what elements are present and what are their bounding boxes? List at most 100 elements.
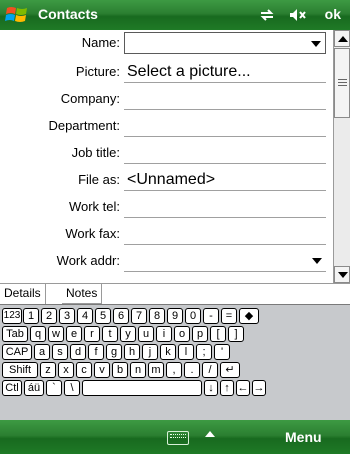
tab-details[interactable]: Details [0,284,46,304]
row-work-tel: Work tel: [0,196,333,219]
key-9[interactable]: 9 [167,308,183,324]
ok-button[interactable]: ok [325,6,341,22]
key-g[interactable]: g [106,344,122,360]
tab-strip: Details Notes [0,283,350,305]
key-d[interactable]: d [70,344,86,360]
key-right[interactable]: → [252,380,266,396]
work-tel-field[interactable] [124,196,326,218]
windows-logo-icon[interactable] [5,3,29,27]
app-title: Contacts [38,6,98,22]
key-1[interactable]: 1 [23,308,39,324]
key-j[interactable]: j [142,344,158,360]
key-close-bracket[interactable]: ] [228,326,244,342]
name-dropdown-icon[interactable] [311,41,321,47]
row-name: Name: [0,32,333,55]
key-t[interactable]: t [102,326,118,342]
work-addr-dropdown-icon[interactable] [312,258,322,264]
key-i[interactable]: i [156,326,172,342]
key-o[interactable]: o [174,326,190,342]
key-a[interactable]: a [34,344,50,360]
key-enter[interactable]: ↵ [220,362,240,378]
key-up[interactable]: ↑ [220,380,234,396]
name-label: Name: [81,35,120,50]
key-ctl[interactable]: Ctl [2,380,22,396]
key-f[interactable]: f [88,344,104,360]
connectivity-icon[interactable] [258,6,276,24]
keyboard-icon[interactable] [167,431,189,445]
key-x[interactable]: x [58,362,74,378]
work-addr-label: Work addr: [56,253,120,268]
key-q[interactable]: q [30,326,46,342]
job-title-label: Job title: [71,145,120,160]
work-addr-field[interactable] [124,250,326,272]
picture-field[interactable]: Select a picture... [124,61,326,83]
key-3[interactable]: 3 [59,308,75,324]
key-w[interactable]: w [48,326,64,342]
key-shift[interactable]: Shift [2,362,38,378]
key-8[interactable]: 8 [149,308,165,324]
key-7[interactable]: 7 [131,308,147,324]
volume-muted-icon[interactable] [289,6,307,24]
department-field[interactable] [124,115,326,137]
work-fax-field[interactable] [124,223,326,245]
file-as-label: File as: [78,172,120,187]
key-backslash[interactable]: \ [64,380,80,396]
key-quote[interactable]: ' [214,344,230,360]
file-as-field[interactable]: <Unnamed> [124,169,326,191]
key-open-bracket[interactable]: [ [210,326,226,342]
menu-button[interactable]: Menu [285,429,322,445]
row-department: Department: [0,115,333,138]
key-slash[interactable]: / [202,362,218,378]
key-tab[interactable]: Tab [2,326,28,342]
key-equals[interactable]: = [221,308,237,324]
key-b[interactable]: b [112,362,128,378]
key-left[interactable]: ← [236,380,250,396]
job-title-field[interactable] [124,142,326,164]
key-123[interactable]: 123 [2,308,22,324]
key-h[interactable]: h [124,344,140,360]
key-r[interactable]: r [84,326,100,342]
key-backspace[interactable]: ◆ [239,308,259,324]
key-v[interactable]: v [94,362,110,378]
key-5[interactable]: 5 [95,308,111,324]
scroll-up-button[interactable] [334,30,350,47]
row-work-fax: Work fax: [0,223,333,246]
key-4[interactable]: 4 [77,308,93,324]
department-label: Department: [48,118,120,133]
row-work-addr: Work addr: [0,250,333,273]
sip-up-arrow-icon[interactable] [205,431,215,437]
key-minus[interactable]: - [203,308,219,324]
key-z[interactable]: z [40,362,56,378]
key-caps[interactable]: CAP [2,344,32,360]
work-tel-label: Work tel: [68,199,120,214]
key-period[interactable]: . [184,362,200,378]
key-accents[interactable]: áü [24,380,44,396]
key-semicolon[interactable]: ; [196,344,212,360]
key-n[interactable]: n [130,362,146,378]
row-picture: Picture: Select a picture... [0,61,333,84]
key-e[interactable]: e [66,326,82,342]
row-file-as: File as: <Unnamed> [0,169,333,192]
scroll-thumb[interactable] [334,48,350,118]
company-field[interactable] [124,88,326,110]
key-u[interactable]: u [138,326,154,342]
scroll-down-button[interactable] [334,266,350,283]
key-p[interactable]: p [192,326,208,342]
key-0[interactable]: 0 [185,308,201,324]
key-k[interactable]: k [160,344,176,360]
key-y[interactable]: y [120,326,136,342]
vertical-scrollbar[interactable] [333,30,350,283]
key-m[interactable]: m [148,362,164,378]
key-s[interactable]: s [52,344,68,360]
key-l[interactable]: l [178,344,194,360]
picture-label: Picture: [75,64,120,79]
key-2[interactable]: 2 [41,308,57,324]
key-c[interactable]: c [76,362,92,378]
key-6[interactable]: 6 [113,308,129,324]
key-comma[interactable]: , [166,362,182,378]
tab-notes[interactable]: Notes [62,284,103,304]
key-backtick[interactable]: ` [46,380,62,396]
key-down[interactable]: ↓ [204,380,218,396]
name-field[interactable] [124,32,326,54]
key-space[interactable] [82,380,202,396]
